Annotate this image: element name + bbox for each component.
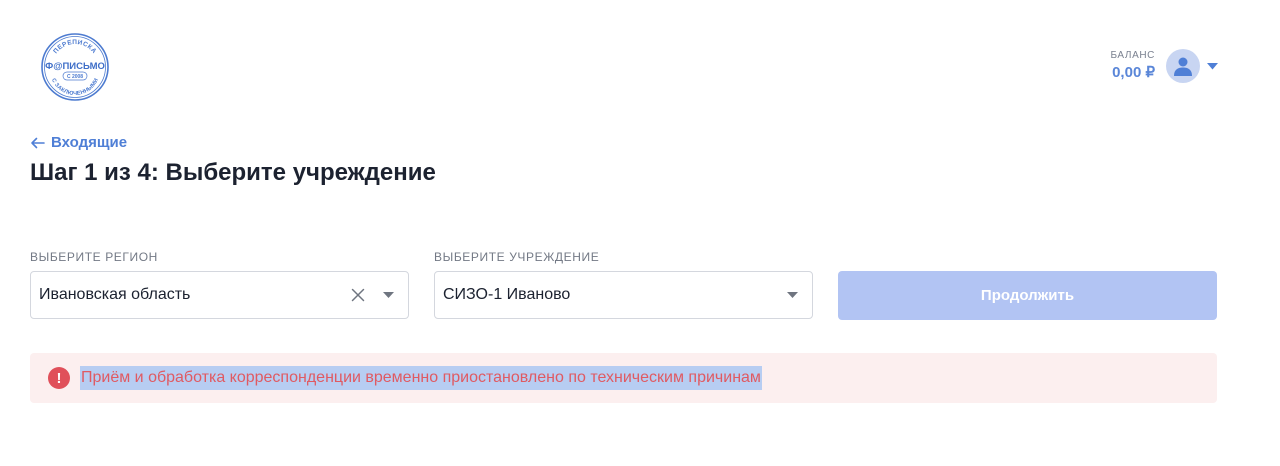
error-alert: ! Приём и обработка корреспонденции врем… [30, 353, 1217, 403]
account-menu-toggle[interactable] [1207, 62, 1218, 70]
region-select[interactable]: Ивановская область [30, 271, 409, 319]
back-link-label: Входящие [51, 134, 128, 151]
back-link[interactable]: Входящие [30, 134, 127, 151]
logo[interactable]: ПЕРЕПИСКА Ф@ПИСЬМО С 2008 С ЗАКЛЮЧЕННЫМИ [40, 32, 110, 102]
arrow-left-icon [31, 137, 45, 148]
region-label: ВЫБЕРИТЕ РЕГИОН [30, 250, 158, 264]
chevron-down-icon [382, 292, 394, 298]
avatar[interactable] [1166, 49, 1200, 83]
institution-select[interactable]: СИЗО-1 Иваново [434, 271, 813, 319]
error-icon: ! [48, 367, 70, 389]
close-icon [351, 288, 365, 302]
institution-label: ВЫБЕРИТЕ УЧРЕЖДЕНИЕ [434, 250, 600, 264]
error-alert-text: Приём и обработка корреспонденции времен… [80, 366, 762, 390]
logo-brand-text: Ф@ПИСЬМО [45, 61, 105, 72]
account-area: БАЛАНС 0,00 ₽ [1110, 49, 1218, 83]
page-title: Шаг 1 из 4: Выберите учреждение [30, 159, 436, 186]
user-icon [1174, 57, 1192, 76]
balance: БАЛАНС 0,00 ₽ [1110, 50, 1155, 82]
institution-dropdown-toggle[interactable] [782, 292, 802, 298]
region-dropdown-toggle[interactable] [378, 292, 398, 298]
logo-stamp-icon: ПЕРЕПИСКА Ф@ПИСЬМО С 2008 С ЗАКЛЮЧЕННЫМИ [41, 33, 109, 101]
institution-value: СИЗО-1 Иваново [443, 286, 571, 303]
balance-value: 0,00 ₽ [1112, 64, 1155, 81]
logo-since-text: С 2008 [67, 74, 83, 80]
continue-button[interactable]: Продолжить [838, 271, 1217, 320]
chevron-down-icon [786, 292, 798, 298]
caret-down-icon [1207, 62, 1218, 69]
region-value: Ивановская область [39, 286, 191, 303]
balance-label: БАЛАНС [1110, 50, 1155, 61]
region-clear-button[interactable] [348, 285, 368, 305]
